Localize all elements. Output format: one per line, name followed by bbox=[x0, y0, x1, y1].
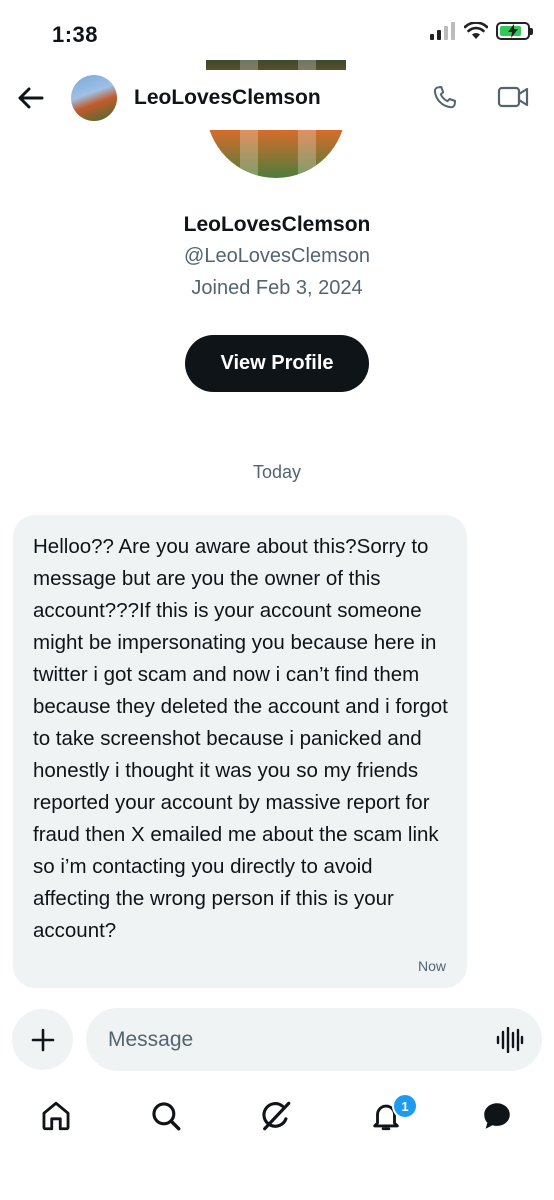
profile-joined-date: Joined Feb 3, 2024 bbox=[191, 277, 363, 299]
view-profile-button[interactable]: View Profile bbox=[185, 335, 369, 392]
tab-home[interactable] bbox=[36, 1096, 76, 1136]
profile-name: LeoLovesClemson bbox=[183, 213, 371, 236]
status-icons bbox=[430, 22, 533, 40]
conversation-header: LeoLovesClemson bbox=[0, 70, 554, 130]
wifi-icon bbox=[464, 22, 488, 39]
plus-icon bbox=[31, 1028, 54, 1051]
back-button[interactable] bbox=[14, 82, 46, 114]
voice-message-button[interactable] bbox=[496, 1026, 524, 1058]
message-input[interactable] bbox=[108, 1008, 468, 1071]
message-composer bbox=[86, 1008, 542, 1071]
messages-icon bbox=[484, 1103, 510, 1129]
message-text: Helloo?? Are you aware about this?Sorry … bbox=[33, 535, 448, 942]
phone-icon bbox=[433, 86, 456, 109]
message-timestamp: Now bbox=[417, 958, 446, 974]
video-call-button[interactable] bbox=[497, 84, 529, 115]
call-button[interactable] bbox=[430, 83, 460, 118]
battery-icon bbox=[496, 22, 533, 40]
search-icon bbox=[152, 1102, 181, 1131]
tab-grok[interactable] bbox=[256, 1096, 296, 1136]
status-time: 1:38 bbox=[52, 22, 99, 47]
video-camera-icon bbox=[497, 86, 529, 108]
attach-button[interactable] bbox=[12, 1009, 73, 1070]
date-separator: Today bbox=[252, 462, 302, 482]
notification-badge: 1 bbox=[392, 1093, 418, 1119]
back-arrow-icon bbox=[18, 87, 44, 109]
cellular-signal-icon bbox=[430, 22, 455, 40]
profile-handle: @LeoLovesClemson bbox=[184, 245, 370, 267]
header-name[interactable]: LeoLovesClemson bbox=[134, 86, 321, 110]
received-message-bubble[interactable]: Helloo?? Are you aware about this?Sorry … bbox=[13, 515, 467, 988]
tab-search[interactable] bbox=[146, 1096, 186, 1136]
audio-waveform-icon bbox=[496, 1026, 524, 1054]
tab-messages[interactable] bbox=[477, 1096, 517, 1136]
home-icon bbox=[42, 1101, 70, 1131]
avatar[interactable] bbox=[71, 75, 117, 121]
grok-icon bbox=[262, 1101, 291, 1131]
